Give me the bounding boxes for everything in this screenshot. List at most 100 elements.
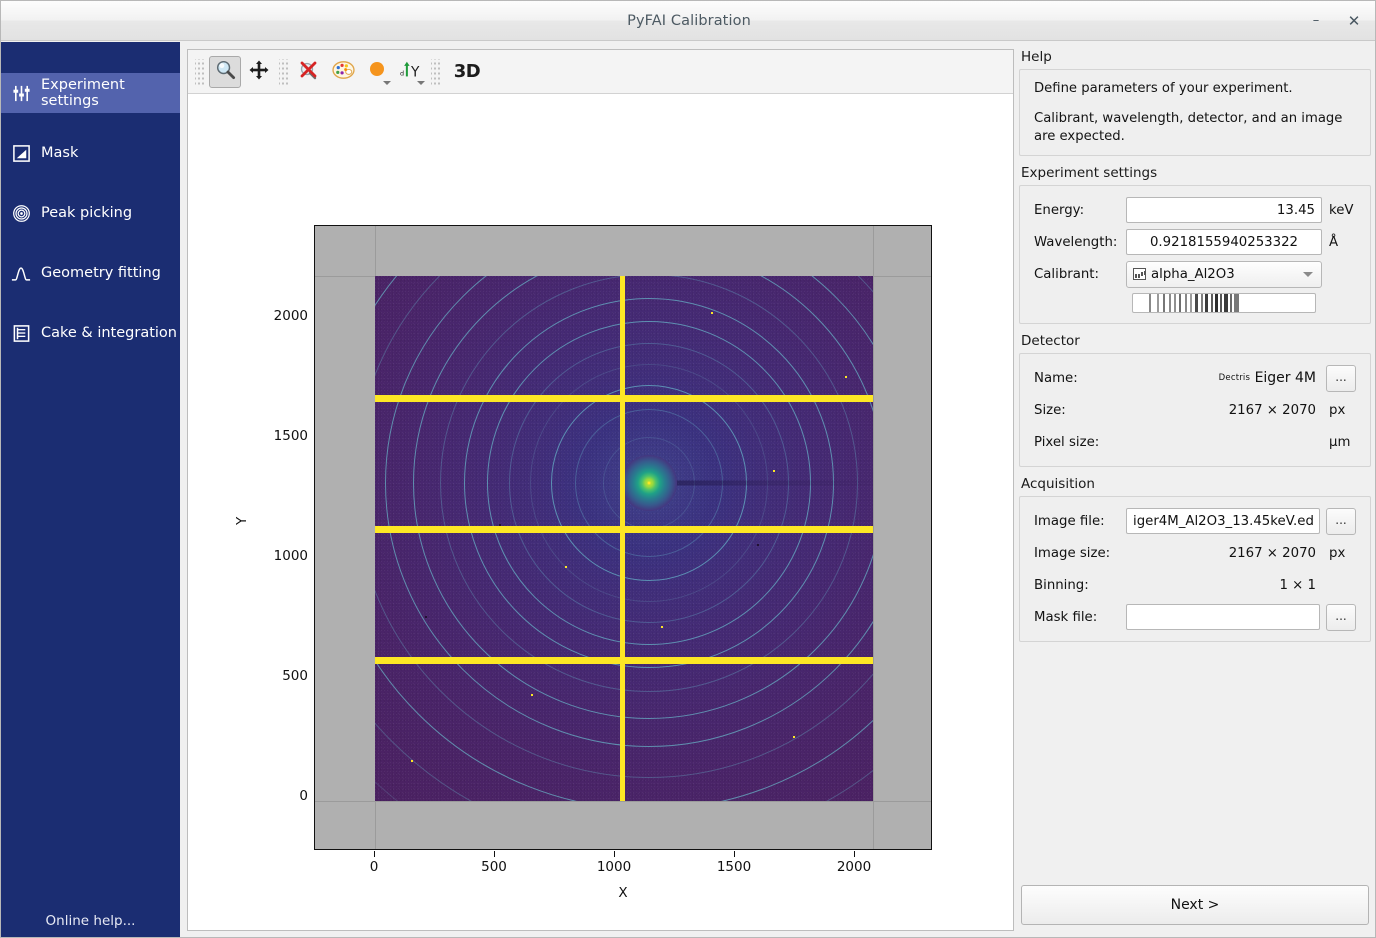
mask-icon bbox=[1, 144, 41, 163]
next-button[interactable]: Next > bbox=[1021, 885, 1369, 925]
wavelength-label: Wavelength: bbox=[1034, 235, 1126, 250]
help-paragraph: Define parameters of your experiment. bbox=[1034, 80, 1356, 98]
binning-label: Binning: bbox=[1034, 578, 1126, 593]
toolbar-separator bbox=[431, 59, 441, 85]
sidebar-item-label: Geometry fitting bbox=[41, 265, 161, 281]
module-gap-vertical bbox=[620, 276, 625, 801]
beam-center-marker bbox=[647, 481, 652, 486]
y-axis-title: Y bbox=[234, 517, 250, 525]
x-tick-label: 0 bbox=[370, 859, 379, 875]
wavelength-unit: Å bbox=[1322, 235, 1356, 250]
view-3d-label: 3D bbox=[454, 61, 480, 82]
concentric-rings-icon bbox=[1, 204, 41, 223]
detector-pixel-size-label: Pixel size: bbox=[1034, 435, 1126, 450]
detector-section: Detector Name: Dectris Eiger 4M ... Size… bbox=[1019, 333, 1371, 467]
sidebar-item-experiment-settings[interactable]: Experiment settings bbox=[1, 73, 180, 113]
x-tick-mark bbox=[494, 851, 495, 857]
pan-tool-button[interactable] bbox=[243, 56, 275, 88]
window-title: PyFAI Calibration bbox=[1, 1, 1376, 41]
energy-unit: keV bbox=[1322, 203, 1356, 218]
svg-text:Y: Y bbox=[410, 64, 420, 80]
sidebar-item-geometry-fitting[interactable]: Geometry fitting bbox=[1, 253, 180, 293]
mask-grid-line bbox=[315, 801, 932, 802]
mask-file-input[interactable] bbox=[1126, 604, 1320, 630]
orange-circle-icon bbox=[368, 61, 386, 83]
binning-value: 1 × 1 bbox=[1126, 578, 1322, 593]
axis-scale-button[interactable]: d Y bbox=[395, 56, 427, 88]
image-file-row: Image file: ... bbox=[1034, 507, 1356, 535]
experiment-settings-section: Experiment settings Energy: keV Waveleng… bbox=[1019, 165, 1371, 324]
wavelength-input[interactable] bbox=[1126, 229, 1322, 255]
plot-panel: d Y 3D Y 0 bbox=[187, 49, 1014, 931]
y-tick-label: 1500 bbox=[274, 428, 308, 444]
sidebar: Experiment settings Mask bbox=[1, 42, 180, 938]
energy-label: Energy: bbox=[1034, 203, 1126, 218]
x-tick-label: 1000 bbox=[597, 859, 631, 875]
detector-name-label: Name: bbox=[1034, 371, 1126, 386]
sidebar-item-label: Peak picking bbox=[41, 205, 132, 221]
detector-pixel-size-row: Pixel size: µm bbox=[1034, 428, 1356, 456]
x-tick-label: 500 bbox=[481, 859, 507, 875]
experiment-settings-box: Energy: keV Wavelength: Å Calibrant: alp… bbox=[1019, 185, 1371, 324]
reset-zoom-button[interactable] bbox=[293, 56, 325, 88]
minimize-button[interactable]: – bbox=[1303, 9, 1329, 33]
sidebar-item-peak-picking[interactable]: Peak picking bbox=[1, 193, 180, 233]
peak-curve-icon bbox=[1, 264, 41, 283]
experiment-settings-title: Experiment settings bbox=[1021, 165, 1371, 181]
detector-box: Name: Dectris Eiger 4M ... Size: 2167 × … bbox=[1019, 353, 1371, 467]
hot-pixel bbox=[711, 312, 713, 314]
sidebar-item-cake-integration[interactable]: Cake & integration bbox=[1, 313, 180, 353]
view-3d-button[interactable]: 3D bbox=[445, 56, 489, 88]
x-axis-title: X bbox=[314, 885, 932, 901]
detector-active-area bbox=[375, 276, 873, 801]
x-tick-label: 1500 bbox=[717, 859, 751, 875]
online-help-link[interactable]: Online help... bbox=[1, 907, 180, 935]
y-tick-label: 1000 bbox=[274, 548, 308, 564]
y-tick-label: 0 bbox=[299, 788, 308, 804]
dead-pixel bbox=[757, 544, 759, 546]
detector-section-title: Detector bbox=[1021, 333, 1371, 349]
zoom-tool-button[interactable] bbox=[209, 56, 241, 88]
detector-size-value: 2167 × 2070 bbox=[1126, 403, 1322, 418]
sidebar-item-mask[interactable]: Mask bbox=[1, 133, 180, 173]
close-button[interactable]: ✕ bbox=[1341, 9, 1367, 33]
palette-icon bbox=[332, 60, 355, 84]
sliders-icon bbox=[1, 84, 41, 103]
diffraction-image-plot[interactable]: Y 0 500 1000 1500 2000 0 500 1000 1500 bbox=[188, 95, 1013, 930]
detector-name-value: Dectris Eiger 4M bbox=[1126, 370, 1320, 386]
x-tick-mark bbox=[854, 851, 855, 857]
energy-input[interactable] bbox=[1126, 197, 1322, 223]
image-size-label: Image size: bbox=[1034, 546, 1126, 561]
title-bar: PyFAI Calibration – ✕ bbox=[1, 1, 1376, 41]
hot-pixel bbox=[531, 694, 533, 696]
y-tick-label: 2000 bbox=[274, 308, 308, 324]
sidebar-item-label: Mask bbox=[41, 145, 78, 161]
hot-pixel bbox=[565, 566, 567, 568]
mask-grid-line bbox=[873, 226, 874, 850]
mask-file-browse-button[interactable]: ... bbox=[1326, 604, 1356, 631]
calibrant-value: alpha_Al2O3 bbox=[1146, 267, 1303, 282]
detector-pixel-size-unit: µm bbox=[1322, 435, 1356, 450]
help-section: Help Define parameters of your experimen… bbox=[1019, 49, 1371, 156]
settings-panel: Help Define parameters of your experimen… bbox=[1019, 49, 1371, 931]
image-file-browse-button[interactable]: ... bbox=[1326, 508, 1356, 535]
detector-browse-button[interactable]: ... bbox=[1326, 365, 1356, 392]
image-file-input[interactable] bbox=[1126, 508, 1320, 534]
detector-model: Eiger 4M bbox=[1255, 370, 1316, 386]
calibrant-row: Calibrant: alpha_Al2O3 bbox=[1034, 260, 1356, 288]
colormap-button[interactable] bbox=[327, 56, 359, 88]
image-size-row: Image size: 2167 × 2070 px bbox=[1034, 539, 1356, 567]
mask-color-button[interactable] bbox=[361, 56, 393, 88]
hot-pixel bbox=[773, 470, 775, 472]
acquisition-section: Acquisition Image file: ... Image size: … bbox=[1019, 476, 1371, 642]
detector-image-canvas[interactable] bbox=[314, 225, 932, 850]
move-arrows-icon bbox=[249, 60, 269, 84]
calibrant-select[interactable]: alpha_Al2O3 bbox=[1126, 261, 1322, 288]
red-x-icon bbox=[298, 59, 320, 85]
beamstop-streak bbox=[653, 481, 873, 486]
help-box: Define parameters of your experiment. Ca… bbox=[1019, 69, 1371, 156]
chevron-down-icon bbox=[1303, 272, 1313, 277]
toolbar-separator bbox=[195, 59, 205, 85]
hot-pixel bbox=[661, 626, 663, 628]
svg-text:d: d bbox=[400, 69, 404, 77]
